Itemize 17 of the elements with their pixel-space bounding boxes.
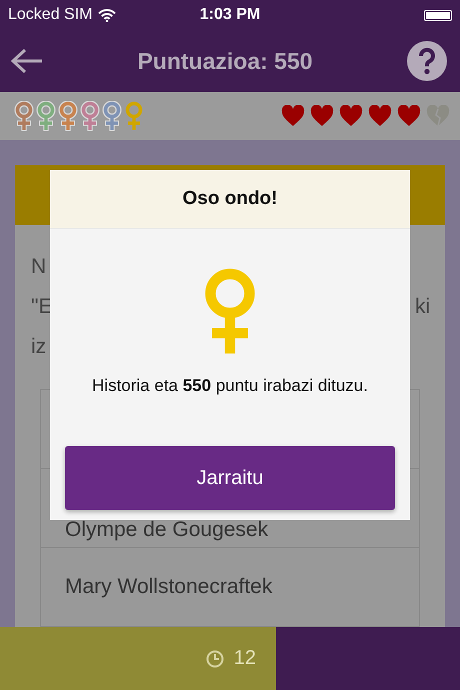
question-text: N (31, 254, 48, 280)
timer-value: 12 (234, 647, 256, 670)
help-button[interactable] (406, 40, 448, 82)
score-title: Puntuazioa: 550 (137, 48, 313, 74)
battery-icon (424, 10, 452, 20)
back-arrow-icon (10, 47, 44, 75)
continue-button[interactable]: Jarraitu (65, 446, 395, 510)
result-message: Historia eta 550 puntu irabazi dituzu. (92, 376, 368, 396)
back-button[interactable] (10, 47, 44, 75)
question-text: ki (415, 294, 432, 320)
help-icon (406, 40, 448, 82)
question-text: iz (31, 334, 48, 360)
clock-time: 1:03 PM (200, 6, 260, 23)
carrier-label: Locked SIM (8, 6, 92, 24)
dialog-title: Oso ondo! (182, 188, 278, 210)
wifi-icon (98, 8, 116, 22)
clock-icon (206, 650, 224, 668)
